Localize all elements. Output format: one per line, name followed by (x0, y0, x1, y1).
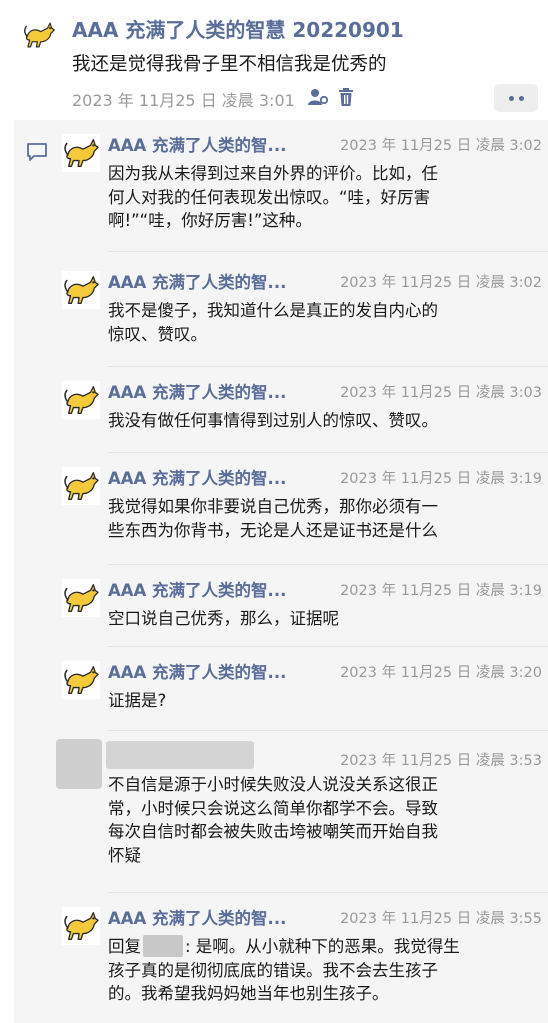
comment-text: 因为我从未得到过来自外界的评价。比如，任 何人对我的任何表现发出惊叹。“哇，好厉… (108, 162, 528, 233)
comment-line: 的。我希望我妈妈她当年也别生孩子。 (108, 984, 389, 1003)
comment-line: 每次自信时都会被失败击垮被嘲笑而开始自我 (108, 822, 438, 841)
comment-line: 我觉得如果你非要说自己优秀，那你必须有一 (108, 497, 438, 516)
comment-icon (26, 142, 48, 162)
comment-time: 2023 年 11月25 日 凌晨 3:55 (340, 911, 542, 927)
comment-author[interactable]: AAA 充满了人类的智... (108, 132, 286, 156)
comment-item: AAA 充满了人类的智... 2023 年 11月25 日 凌晨 3:20 证据… (54, 647, 548, 731)
cat-avatar-icon[interactable] (22, 18, 56, 52)
comment-author[interactable]: AAA 充满了人类的智... (108, 269, 286, 293)
trash-icon[interactable] (337, 87, 355, 111)
comment-time: 2023 年 11月25 日 凌晨 3:03 (340, 385, 542, 401)
post-time: 2023 年 11月25 日 凌晨 3:01 (72, 91, 295, 110)
comment-item: AAA 充满了人类的智... 2023 年 11月25 日 凌晨 3:02 因为… (54, 120, 548, 252)
comment-item: AAA 充满了人类的智... 2023 年 11月25 日 凌晨 3:19 我觉… (54, 453, 548, 565)
comment-item: AAA 充满了人类的智... 2023 年 11月25 日 凌晨 3:02 我不… (54, 257, 548, 367)
cat-avatar-icon[interactable] (62, 467, 100, 505)
comment-text: 我觉得如果你非要说自己优秀，那你必须有一 些东西为你背书，无论是人还是证书还是什… (108, 495, 528, 542)
post-text: 我还是觉得我骨子里不相信我是优秀的 (72, 54, 387, 75)
comment-time: 2023 年 11月25 日 凌晨 3:19 (340, 583, 542, 599)
divider (108, 251, 548, 252)
reply-target-redacted[interactable] (143, 935, 183, 957)
comment-text: 回复 : 是啊。从小就种下的恶果。我觉得生 孩子真的是彻彻底底的错误。我不会去生孩… (108, 935, 528, 1006)
comment-text: 我没有做任何事情得到过别人的惊叹、赞叹。 (108, 409, 528, 433)
comment-line: 常，小时候只会说这么简单你都学不会。导致 (108, 798, 438, 818)
comment-text: 不自信是源于小时候失败没人说没关系这很正 常，小时候只会说这么简单你都学不会。导… (108, 773, 528, 867)
comment-item: AAA 充满了人类的智... 2023 年 11月25 日 凌晨 3:03 我没… (54, 367, 548, 453)
comment-line: 怀疑 (108, 845, 141, 865)
cat-avatar-icon[interactable] (62, 381, 100, 419)
comment-line: 不自信是源于小时候失败没人说没关系这很正 (108, 775, 438, 794)
more-icon[interactable] (494, 84, 538, 112)
cat-avatar-icon[interactable] (62, 661, 100, 699)
comment-text: 空口说自己优秀，那么，证据呢 (108, 607, 528, 631)
comment-line: 我没有做任何事情得到过别人的惊叹、赞叹。 (108, 411, 438, 430)
comment-line: 空口说自己优秀，那么，证据呢 (108, 609, 339, 628)
comment-author[interactable] (106, 741, 254, 769)
comment-author[interactable]: AAA 充满了人类的智... (108, 577, 286, 601)
cat-avatar-icon[interactable] (62, 579, 100, 617)
comment-line: 何人对我的任何表现发出惊叹。“哇，好厉害 (108, 187, 431, 207)
comment-line: 因为我从未得到过来自外界的评价。比如，任 (108, 164, 438, 183)
comment-author[interactable]: AAA 充满了人类的智... (108, 905, 286, 929)
comment-text: 我不是傻子，我知道什么是真正的发自内心的 惊叹、赞叹。 (108, 299, 528, 346)
comment-item: 2023 年 11月25 日 凌晨 3:53 不自信是源于小时候失败没人说没关系… (54, 735, 548, 893)
divider (108, 730, 548, 731)
comment-time: 2023 年 11月25 日 凌晨 3:19 (340, 471, 542, 487)
post: AAA 充满了人类的智慧 20220901 我还是觉得我骨子里不相信我是优秀的 … (0, 0, 548, 118)
comment-line: 啊!”“哇，你好厉害!”这种。 (108, 211, 312, 230)
reply-prefix: 回复 (108, 937, 141, 956)
comment-author[interactable]: AAA 充满了人类的智... (108, 379, 286, 403)
cat-avatar-icon[interactable] (62, 271, 100, 309)
comment-line: 孩子真的是彻彻底底的错误。我不会去生孩子 (108, 960, 438, 980)
comment-item: AAA 充满了人类的智... 2023 年 11月25 日 凌晨 3:55 回复… (54, 893, 548, 1023)
avatar[interactable] (56, 739, 102, 789)
reply-text: : 是啊。从小就种下的恶果。我觉得生 (185, 937, 460, 956)
comment-item: AAA 充满了人类的智... 2023 年 11月25 日 凌晨 3:19 空口… (54, 565, 548, 647)
comment-line: 惊叹、赞叹。 (108, 324, 207, 344)
comment-line: 证据是? (108, 691, 167, 710)
comment-time: 2023 年 11月25 日 凌晨 3:53 (340, 753, 542, 769)
comment-time: 2023 年 11月25 日 凌晨 3:02 (340, 275, 542, 291)
comment-author[interactable]: AAA 充满了人类的智... (108, 659, 286, 683)
comment-text: 证据是? (108, 689, 528, 713)
post-author[interactable]: AAA 充满了人类的智慧 20220901 (72, 14, 404, 43)
reply-line: 回复 : 是啊。从小就种下的恶果。我觉得生 (108, 935, 528, 959)
user-settings-icon[interactable] (307, 87, 329, 111)
comment-time: 2023 年 11月25 日 凌晨 3:20 (340, 665, 542, 681)
post-meta: 2023 年 11月25 日 凌晨 3:01 (72, 88, 355, 110)
comment-line: 我不是傻子，我知道什么是真正的发自内心的 (108, 301, 438, 320)
comments-panel: AAA 充满了人类的智... 2023 年 11月25 日 凌晨 3:02 因为… (14, 120, 548, 1023)
comment-line: 些东西为你背书，无论是人还是证书还是什么 (108, 520, 438, 540)
cat-avatar-icon[interactable] (62, 907, 100, 945)
comment-time: 2023 年 11月25 日 凌晨 3:02 (340, 138, 542, 154)
comment-author[interactable]: AAA 充满了人类的智... (108, 465, 286, 489)
cat-avatar-icon[interactable] (62, 134, 100, 172)
